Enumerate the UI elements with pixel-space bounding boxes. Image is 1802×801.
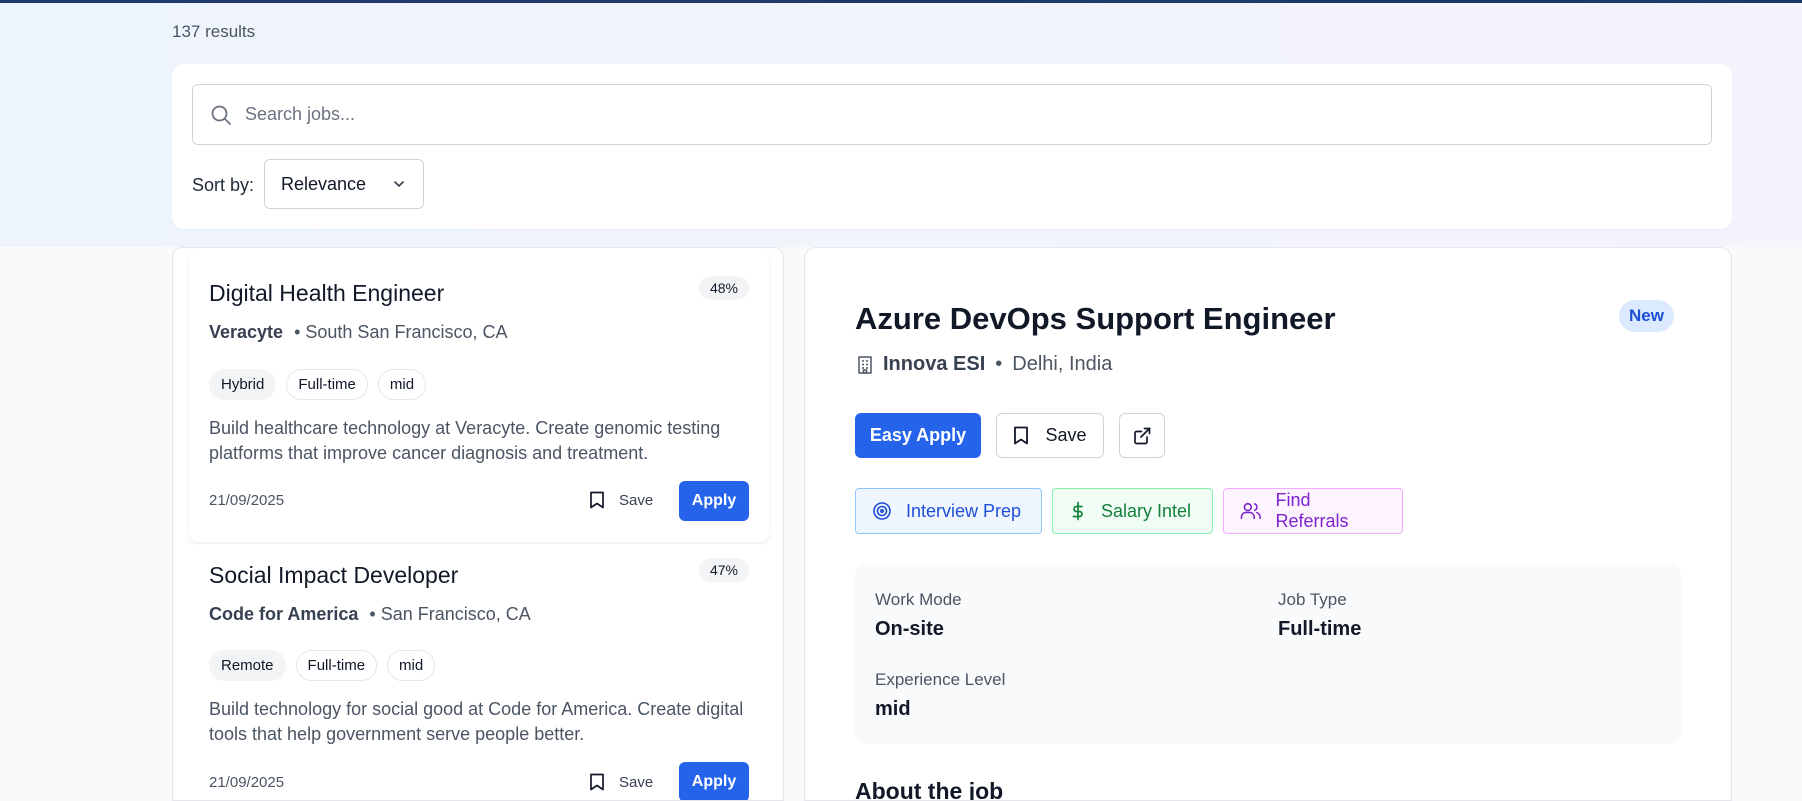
save-label: Save [619, 773, 654, 791]
search-icon [211, 105, 231, 125]
posted-date: 21/09/2025 [209, 774, 285, 791]
tool-label: Interview Prep [906, 500, 1022, 521]
tool-label: Find Referrals [1275, 490, 1349, 531]
separator-dot: • [995, 353, 1003, 375]
job-location: • San Francisco, CA [369, 604, 531, 624]
action-row: Easy Apply Save [855, 413, 1165, 458]
tool-label: Salary Intel [1101, 500, 1192, 521]
work-mode-label: Work Mode [875, 590, 962, 609]
tag: mid [387, 650, 436, 681]
job-card[interactable]: Social Impact Developer 47% Code for Ame… [189, 544, 769, 800]
job-title[interactable]: Social Impact Developer [209, 562, 458, 589]
job-description: Build healthcare technology at Veracyte.… [209, 418, 721, 463]
save-button[interactable]: Save [996, 413, 1104, 458]
job-list: Digital Health Engineer 48% Veracyte • S… [172, 247, 784, 801]
new-badge: New [1619, 300, 1674, 332]
sort-value: Relevance [281, 173, 367, 194]
save-button[interactable]: Save [589, 773, 653, 791]
external-link-icon [1134, 427, 1151, 444]
search-header: 137 results Sort by: Relevance [0, 3, 1802, 247]
experience-label: Experience Level [875, 670, 1006, 689]
job-type-value: Full-time [1278, 618, 1362, 640]
chevron-down-icon [394, 181, 404, 187]
bookmark-icon [590, 491, 604, 509]
experience-value: mid [875, 698, 911, 720]
tag: Full-time [286, 369, 368, 400]
work-mode-value: On-site [875, 618, 944, 640]
detail-company-line: Innova ESI • Delhi, India [855, 353, 1112, 376]
about-heading: About the job [855, 778, 1004, 801]
tag: Hybrid [209, 369, 277, 400]
search-input[interactable] [245, 85, 1711, 144]
bookmark-icon [1014, 426, 1029, 445]
apply-button[interactable]: Apply [679, 762, 749, 800]
results-count: 137 results [172, 22, 256, 41]
easy-apply-button[interactable]: Easy Apply [855, 413, 981, 458]
company-line: Veracyte • South San Francisco, CA [209, 322, 508, 343]
target-icon [873, 502, 891, 520]
job-detail-panel: Azure DevOps Support Engineer New Innova… [804, 247, 1732, 801]
save-label: Save [619, 491, 654, 509]
match-badge: 48% [698, 276, 749, 300]
open-external-button[interactable] [1119, 413, 1165, 458]
posted-date: 21/09/2025 [209, 492, 285, 509]
job-type-label: Job Type [1278, 590, 1347, 609]
job-facts: Work Mode On-site Job Type Full-time Exp… [855, 564, 1681, 744]
save-label: Save [1045, 425, 1087, 445]
bookmark-icon [590, 773, 604, 791]
apply-button[interactable]: Apply [679, 481, 749, 521]
job-description: Build technology for social good at Code… [209, 699, 744, 744]
save-button[interactable]: Save [589, 491, 653, 509]
tag-list: Remote Full-time mid [209, 650, 436, 681]
search-card: Sort by: Relevance [172, 64, 1732, 229]
detail-company-name: Innova ESI [883, 353, 986, 375]
interview-prep-button[interactable]: Interview Prep [855, 488, 1042, 534]
building-icon [858, 355, 872, 374]
detail-title: Azure DevOps Support Engineer [855, 301, 1336, 336]
tag: mid [377, 369, 427, 400]
company-name: Veracyte [209, 322, 284, 342]
tag-list: Hybrid Full-time mid [209, 369, 427, 400]
search-box[interactable] [192, 84, 1712, 145]
detail-location: Delhi, India [1012, 353, 1113, 375]
salary-intel-button[interactable]: Salary Intel [1052, 488, 1213, 534]
tag: Full-time [295, 650, 378, 681]
job-location: • South San Francisco, CA [294, 322, 508, 342]
job-card[interactable]: Digital Health Engineer 48% Veracyte • S… [189, 248, 769, 542]
sort-label: Sort by: [192, 175, 255, 195]
users-icon [1240, 502, 1261, 520]
job-title[interactable]: Digital Health Engineer [209, 280, 444, 307]
tag: Remote [209, 650, 286, 681]
dollar-icon [1072, 501, 1083, 521]
company-name: Code for America [209, 604, 359, 624]
sort-select[interactable]: Relevance [264, 159, 424, 209]
match-badge: 47% [698, 558, 749, 582]
find-referrals-button[interactable]: Find Referrals [1223, 488, 1403, 534]
career-tools-row: Interview Prep Salary Intel Find Referra… [855, 488, 1403, 534]
company-line: Code for America • San Francisco, CA [209, 604, 531, 625]
